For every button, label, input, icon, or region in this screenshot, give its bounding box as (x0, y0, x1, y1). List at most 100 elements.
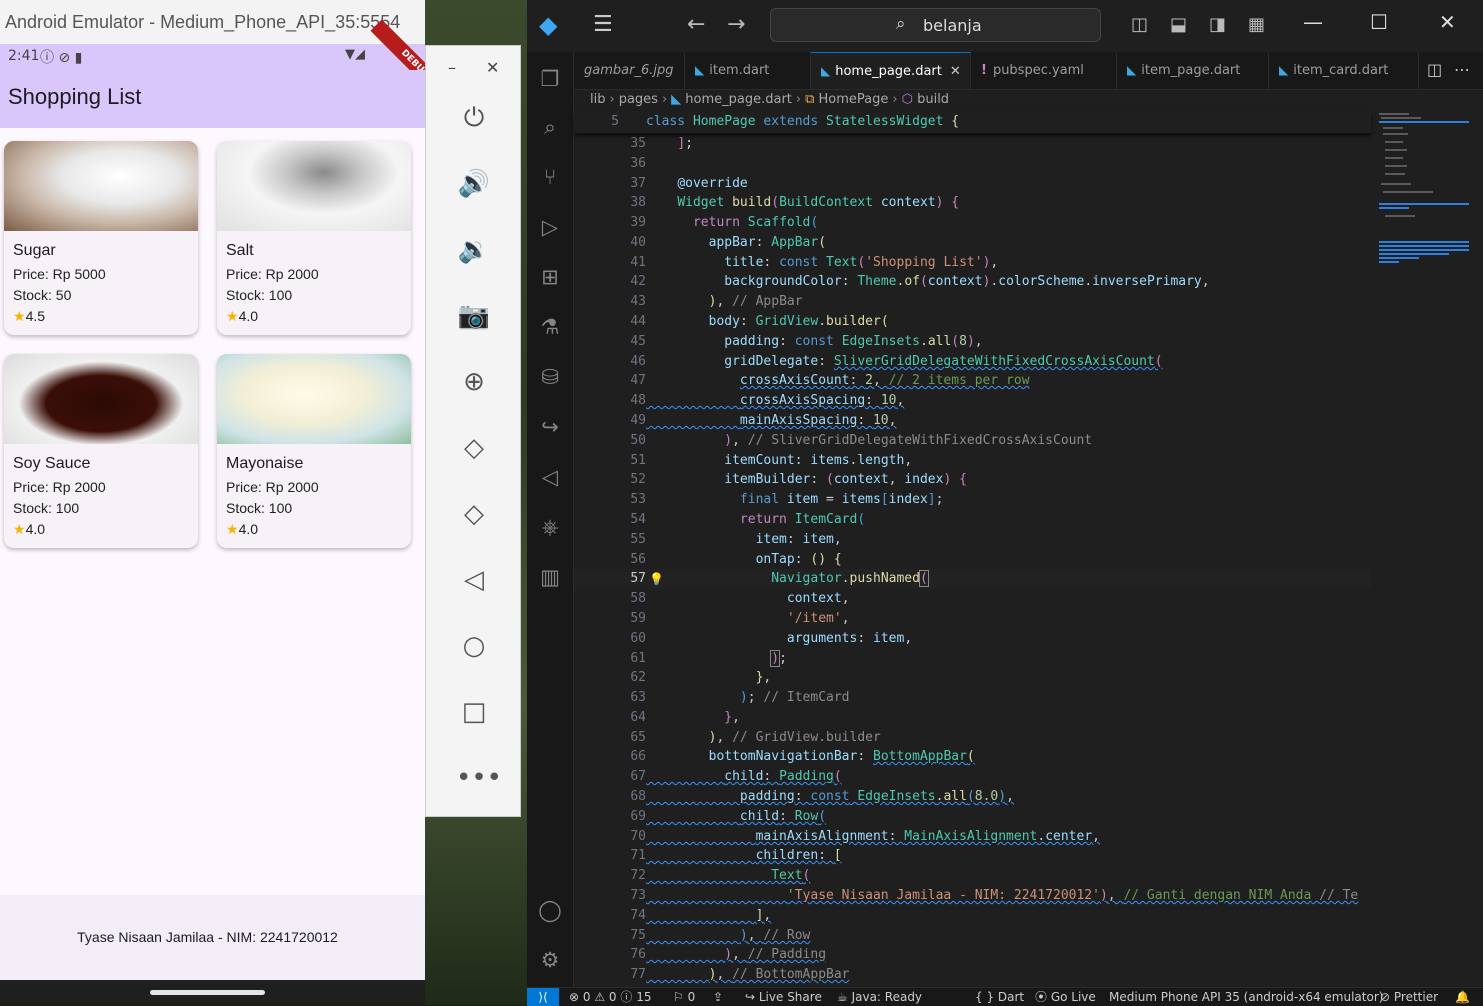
more-icon[interactable]: ••• (456, 760, 502, 796)
account-icon[interactable]: ◯ (537, 897, 563, 923)
item-card-soy-sauce[interactable]: Soy Sauce Price: Rp 2000 Stock: 100 ★4.0 (4, 354, 198, 548)
item-card-salt[interactable]: Salt Price: Rp 2000 Stock: 100 ★4.0 (217, 141, 411, 335)
minimap[interactable] (1371, 111, 1471, 411)
search-icon[interactable]: ⌕ (537, 114, 563, 140)
breadcrumb-item[interactable]: build (917, 92, 949, 107)
item-rating: ★4.0 (226, 308, 258, 325)
extensions-icon[interactable]: ⊞ (537, 264, 563, 290)
window-minimize-icon[interactable]: — (1303, 10, 1323, 34)
kubernetes-icon[interactable]: ⎈ (537, 514, 563, 540)
back-icon[interactable]: ◁ (456, 562, 492, 598)
item-name: Salt (226, 242, 254, 259)
app-bar: Shopping List (0, 70, 425, 128)
language-mode[interactable]: { } Dart (975, 988, 1024, 1006)
command-center-search[interactable]: ⌕ belanja (770, 8, 1101, 42)
minimize-button[interactable]: – (448, 58, 456, 77)
java-status[interactable]: ☕ Java: Ready (837, 988, 922, 1006)
deploy-icon[interactable]: ⇪ (713, 988, 723, 1006)
search-text: belanja (923, 16, 982, 35)
problems-indicator[interactable]: ⊗ 0 ⚠ 0 ⓘ 15 (569, 988, 651, 1006)
tab-label: item_card.dart (1293, 63, 1389, 78)
item-stock: Stock: 50 (13, 287, 72, 303)
item-image (217, 354, 411, 444)
camera-icon[interactable]: 📷 (456, 298, 492, 334)
zoom-icon[interactable]: ⊕ (456, 364, 492, 400)
breadcrumb-item[interactable]: lib (590, 92, 605, 107)
volume-up-icon[interactable]: 🔊 (456, 166, 492, 202)
item-name: Mayonaise (226, 455, 304, 472)
toggle-sidebar-icon[interactable]: ◫ (1131, 14, 1148, 35)
breadcrumb-item[interactable]: home_page.dart (685, 92, 792, 107)
item-stock: Stock: 100 (226, 500, 293, 516)
tab-gambar-6[interactable]: gambar_6.jpg (574, 52, 685, 89)
code-editor[interactable]: 35 ]; 36 37 @override 38 Widget build(Bu… (574, 111, 1371, 987)
toggle-panel-icon[interactable]: ⬓ (1170, 14, 1187, 35)
item-price: Price: Rp 2000 (226, 479, 319, 495)
testing-icon[interactable]: ⚗ (537, 314, 563, 340)
rotate-right-icon[interactable]: ◇ (456, 496, 492, 532)
breadcrumb-item[interactable]: pages (619, 92, 658, 107)
notifications-bell-icon[interactable]: 🔔 (1455, 988, 1470, 1006)
ports-indicator[interactable]: ⚐ 0 (673, 988, 695, 1006)
menu-icon[interactable]: ☰ (593, 12, 613, 37)
tab-label: item.dart (709, 63, 770, 78)
dart-file-icon: ◣ (671, 92, 686, 107)
tab-close-icon[interactable]: ✕ (950, 64, 961, 79)
rotate-left-icon[interactable]: ◇ (456, 430, 492, 466)
live-share-icon[interactable]: ↪ (537, 414, 563, 440)
editor-scrollbar[interactable] (1477, 111, 1483, 987)
split-editor-icon[interactable]: ◫ (1427, 60, 1442, 79)
dart-file-icon: ◣ (821, 64, 831, 78)
power-icon[interactable]: ⏻ (456, 100, 492, 136)
rating-value: 4.0 (238, 308, 259, 324)
tab-label: pubspec.yaml (992, 63, 1084, 78)
gesture-nav-handle[interactable] (150, 990, 265, 995)
title-bar: ◆ ☰ ← → ⌕ belanja ◫ ⬓ ◨ ▦ — ☐ ✕ (527, 0, 1483, 52)
back-arrow-icon[interactable]: ← (687, 12, 705, 37)
tab-pubspec-yaml[interactable]: ! pubspec.yaml (971, 52, 1117, 89)
editor-tabs: gambar_6.jpg ◣ item.dart ◣ home_page.dart ✕… (574, 52, 1483, 90)
run-debug-icon[interactable]: ▷ (537, 214, 563, 240)
chevron-right-icon: › (661, 92, 668, 107)
customize-layout-icon[interactable]: ▦ (1248, 14, 1265, 35)
prettier-status[interactable]: ⊘ Prettier (1380, 988, 1438, 1006)
item-card-mayonaise[interactable]: Mayonaise Price: Rp 2000 Stock: 100 ★4.0 (217, 354, 411, 548)
item-stock: Stock: 100 (226, 287, 293, 303)
item-price: Price: Rp 2000 (13, 479, 106, 495)
tab-item-dart[interactable]: ◣ item.dart (685, 52, 811, 89)
flutter-device[interactable]: Medium Phone API 35 (android-x64 emulato… (1109, 988, 1383, 1006)
settings-gear-icon[interactable]: ⚙ (537, 947, 563, 973)
live-share-button[interactable]: ↪ Live Share (745, 988, 822, 1006)
tab-item-card-dart[interactable]: ◣ item_card.dart (1269, 52, 1419, 89)
footer-text: Tyase Nisaan Jamilaa - NIM: 2241720012 (77, 929, 338, 945)
sticky-scroll-header[interactable]: 5 class HomePage extends StatelessWidget … (574, 111, 1371, 133)
explorer-icon[interactable]: ❐ (537, 66, 563, 92)
volume-down-icon[interactable]: 🔉 (456, 232, 492, 268)
flutter-icon[interactable]: ◁ (537, 464, 563, 490)
database-icon[interactable]: ⛁ (537, 364, 563, 390)
go-live-button[interactable]: ⦿ Go Live (1035, 988, 1096, 1006)
toggle-secondary-sidebar-icon[interactable]: ◨ (1209, 14, 1226, 35)
tab-home-page-dart[interactable]: ◣ home_page.dart ✕ (811, 52, 971, 89)
window-maximize-icon[interactable]: ☐ (1370, 10, 1388, 34)
breadcrumb-item[interactable]: HomePage (819, 92, 889, 107)
wifi-battery-icon: ▼◢ (345, 47, 365, 62)
overview-icon[interactable]: □ (456, 694, 492, 730)
window-close-icon[interactable]: ✕ (1439, 10, 1456, 34)
forward-arrow-icon[interactable]: → (727, 12, 745, 37)
search-icon: ⌕ (896, 14, 906, 34)
close-button[interactable]: ✕ (486, 58, 499, 77)
tab-label: gambar_6.jpg (584, 63, 674, 78)
dart-file-icon: ◣ (1127, 63, 1137, 77)
remote-icon[interactable]: ⟩⟨ (527, 988, 559, 1006)
bottom-app-bar: Tyase Nisaan Jamilaa - NIM: 2241720012 (0, 895, 425, 980)
home-icon[interactable]: ○ (456, 628, 492, 664)
project-manager-icon[interactable]: ▥ (537, 564, 563, 590)
more-actions-icon[interactable]: ⋯ (1454, 60, 1470, 79)
item-card-sugar[interactable]: Sugar Price: Rp 5000 Stock: 50 ★4.5 (4, 141, 198, 335)
dart-file-icon: ◣ (695, 63, 705, 77)
tab-item-page-dart[interactable]: ◣ item_page.dart (1117, 52, 1269, 89)
source-control-icon[interactable]: ⑂ (537, 164, 563, 190)
item-image (217, 141, 411, 231)
yaml-file-icon: ! (981, 63, 987, 78)
